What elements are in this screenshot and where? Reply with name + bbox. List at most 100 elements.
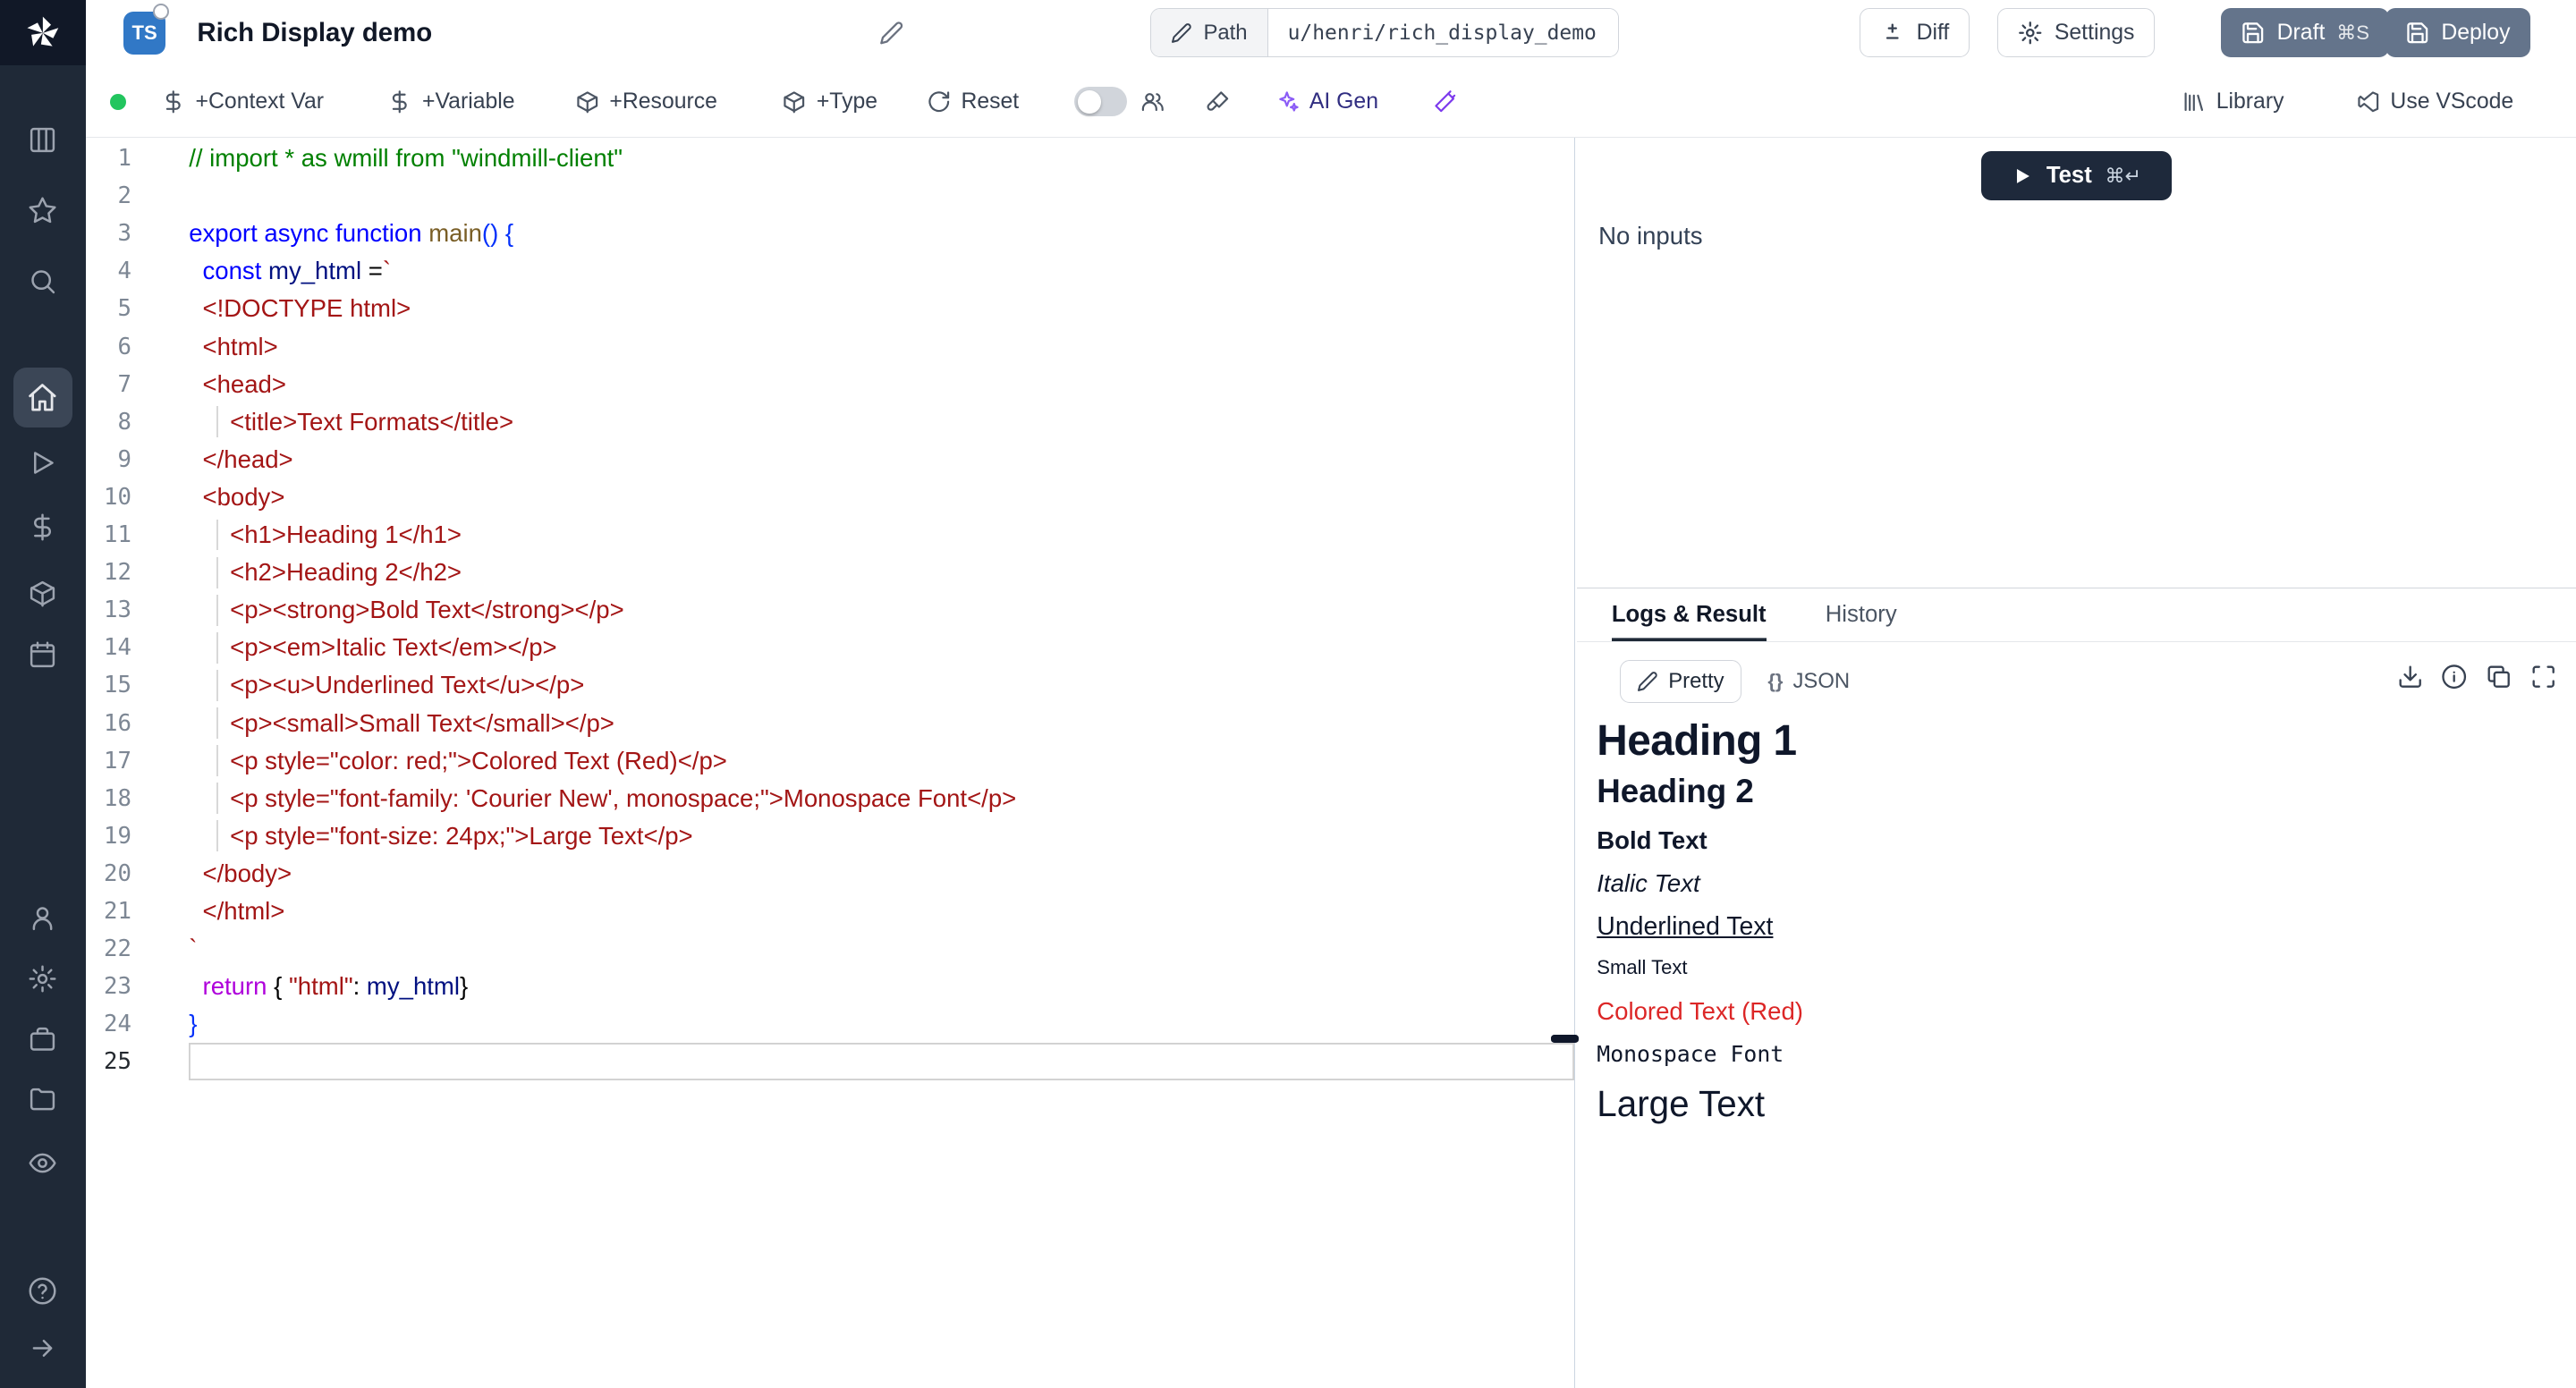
calendar-icon[interactable]	[16, 629, 69, 681]
code-line[interactable]: <h2>Heading 2</h2>	[189, 554, 1574, 591]
code-line[interactable]: </html>	[189, 893, 1574, 930]
reset-button[interactable]: Reset	[927, 65, 1019, 138]
code-editor[interactable]: 1234567891011121314151617181920212223242…	[86, 138, 1576, 1388]
cube-icon[interactable]	[16, 567, 69, 620]
line-number: 23	[86, 968, 190, 1005]
code-line[interactable]	[189, 177, 1574, 215]
download-icon[interactable]	[2397, 664, 2423, 690]
pretty-toggle-button[interactable]: Pretty	[1620, 660, 1741, 703]
play-icon	[2012, 165, 2033, 187]
help-icon[interactable]	[16, 1265, 69, 1317]
dollar-icon[interactable]	[16, 501, 69, 554]
code-line[interactable]: <p><u>Underlined Text</u></p>	[189, 666, 1574, 704]
code-line[interactable]: <body>	[189, 478, 1574, 516]
folder-icon[interactable]	[16, 1074, 69, 1127]
path-field[interactable]: Path u/henri/rich_display_demo	[1150, 8, 1619, 57]
windmill-logo-icon[interactable]	[0, 0, 86, 65]
code-line[interactable]: }	[189, 1005, 1574, 1043]
collapse-right-icon[interactable]	[16, 1323, 69, 1375]
path-input[interactable]: u/henri/rich_display_demo	[1268, 9, 1618, 56]
expand-icon[interactable]	[2530, 664, 2556, 690]
ai-gen-button[interactable]: AI Gen	[1275, 65, 1378, 138]
line-number: 11	[86, 516, 190, 554]
result-tabbar: Logs & Result History	[1577, 588, 2576, 643]
line-number: 7	[86, 366, 190, 403]
code-line[interactable]: const my_html =`	[189, 252, 1574, 290]
info-icon[interactable]	[2441, 664, 2467, 690]
add-resource-button[interactable]: +Resource	[575, 65, 717, 138]
format-brush-icon[interactable]	[1206, 65, 1231, 138]
add-variable-button[interactable]: +Variable	[387, 65, 514, 138]
briefcase-icon[interactable]	[16, 1013, 69, 1066]
line-number: 9	[86, 441, 190, 478]
edit-title-icon[interactable]	[879, 0, 904, 65]
path-label: Path	[1151, 9, 1268, 56]
header: TS Rich Display demo Path u/henri/rich_d…	[86, 0, 2576, 65]
user-icon[interactable]	[16, 892, 69, 944]
settings-button[interactable]: Settings	[1997, 8, 2155, 57]
line-number: 18	[86, 780, 190, 817]
code-line[interactable]: <p style="font-family: 'Courier New', mo…	[189, 780, 1574, 817]
code-line[interactable]: <p><em>Italic Text</em></p>	[189, 629, 1574, 666]
line-number: 20	[86, 855, 190, 893]
result-panel: Logs & Result History Pretty {} JSON Hea…	[1577, 588, 2576, 1388]
code-line[interactable]: export async function main() {	[189, 215, 1574, 252]
line-number: 4	[86, 252, 190, 290]
magic-wand-icon[interactable]	[1433, 65, 1458, 138]
json-toggle-button[interactable]: {} JSON	[1751, 660, 1867, 703]
line-number: 24	[86, 1005, 190, 1043]
line-number: 17	[86, 742, 190, 780]
draft-button[interactable]: Draft⌘S	[2221, 8, 2389, 57]
deploy-button[interactable]: Deploy	[2385, 8, 2530, 57]
gear-icon	[2018, 21, 2043, 46]
eye-icon[interactable]	[16, 1137, 69, 1189]
line-number: 13	[86, 591, 190, 629]
code-line[interactable]: <!DOCTYPE html>	[189, 290, 1574, 327]
code-line[interactable]	[189, 1043, 1574, 1080]
vscode-button[interactable]: Use VScode	[2356, 65, 2513, 138]
code-line[interactable]: <h1>Heading 1</h1>	[189, 516, 1574, 554]
indent-guide	[216, 595, 218, 626]
pane-resize-handle[interactable]	[1551, 1035, 1579, 1043]
status-dot	[110, 94, 126, 110]
indent-guide	[216, 670, 218, 701]
search-icon[interactable]	[16, 255, 69, 308]
test-panel: Test⌘↵ No inputs	[1577, 138, 2576, 588]
code-line[interactable]: <p style="color: red;">Colored Text (Red…	[189, 742, 1574, 780]
users-icon[interactable]	[1140, 65, 1165, 138]
columns-icon[interactable]	[16, 114, 69, 166]
test-button[interactable]: Test⌘↵	[1981, 151, 2172, 200]
code-line[interactable]: `	[189, 930, 1574, 968]
code-line[interactable]: <html>	[189, 328, 1574, 366]
line-number: 5	[86, 290, 190, 327]
indent-guide	[216, 520, 218, 551]
toggle-off[interactable]	[1074, 87, 1127, 116]
add-type-button[interactable]: +Type	[782, 65, 877, 138]
code-line[interactable]: <p><strong>Bold Text</strong></p>	[189, 591, 1574, 629]
settings-gear-icon[interactable]	[16, 952, 69, 1005]
collab-toggle[interactable]	[1074, 65, 1127, 138]
code-line[interactable]: return { "html": my_html}	[189, 968, 1574, 1005]
star-icon[interactable]	[16, 184, 69, 237]
code-line[interactable]: <head>	[189, 366, 1574, 403]
sparkles-icon	[1275, 89, 1300, 114]
code-line[interactable]: // import * as wmill from "windmill-clie…	[189, 140, 1574, 177]
code-line[interactable]: </body>	[189, 855, 1574, 893]
indent-guide	[216, 707, 218, 739]
diff-button[interactable]: Diff	[1860, 8, 1970, 57]
tab-history[interactable]: History	[1826, 588, 1897, 642]
code-line[interactable]: </head>	[189, 441, 1574, 478]
editor-code[interactable]: // import * as wmill from "windmill-clie…	[189, 138, 1574, 1388]
line-number: 2	[86, 177, 190, 215]
copy-icon[interactable]	[2486, 664, 2512, 690]
home-icon[interactable]	[13, 368, 72, 427]
code-line[interactable]: <p><small>Small Text</small></p>	[189, 705, 1574, 742]
play-icon[interactable]	[16, 437, 69, 490]
tab-logs-result[interactable]: Logs & Result	[1612, 588, 1767, 642]
code-line[interactable]: <title>Text Formats</title>	[189, 403, 1574, 441]
sidebar	[0, 0, 86, 1388]
add-context-var-button[interactable]: +Context Var	[161, 65, 324, 138]
library-button[interactable]: Library	[2182, 65, 2284, 138]
code-line[interactable]: <p style="font-size: 24px;">Large Text</…	[189, 817, 1574, 855]
result-red: Colored Text (Red)	[1597, 995, 2556, 1028]
